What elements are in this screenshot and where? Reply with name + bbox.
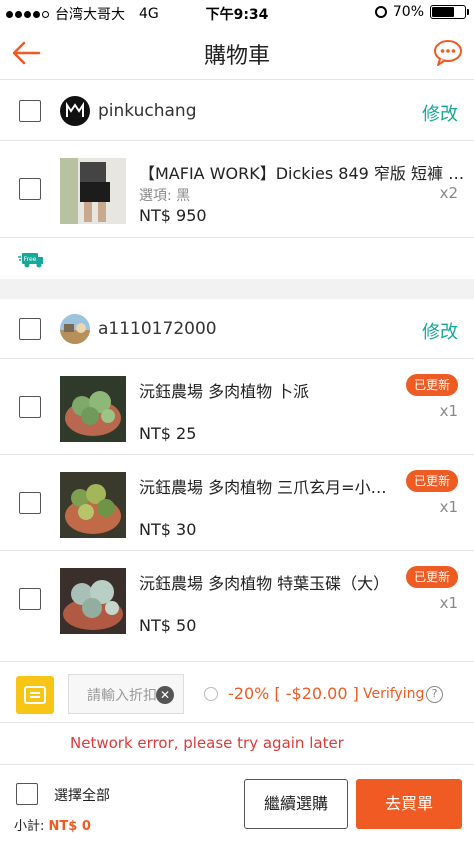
verifying-status: Verifying	[363, 686, 425, 702]
shipping-row: Free	[0, 239, 474, 279]
network-error-message: Network error, please try again later	[70, 734, 344, 752]
product-price: NT$ 30	[139, 520, 197, 539]
product-price: NT$ 950	[139, 206, 207, 225]
cart-item: 沅鈺農場 多肉植物 卜派 NT$ 25 已更新 x1	[0, 360, 474, 455]
product-qty: x1	[439, 594, 458, 612]
checkout-button[interactable]: 去買單	[356, 779, 462, 829]
shop-name[interactable]: pinkuchang	[98, 101, 197, 121]
edit-button[interactable]: 修改	[422, 100, 458, 126]
discount-text: -20% [ -$20.00 ]	[228, 684, 359, 703]
status-bar: 台湾大哥大 4G 下午9:34 70%	[0, 0, 474, 26]
product-name[interactable]: 【MAFIA WORK】Dickies 849 窄版 短褲 …	[139, 160, 464, 184]
subtotal: 小計: NT$ 0	[14, 815, 91, 834]
free-label: Free	[24, 256, 37, 263]
shop-name[interactable]: a1110172000	[98, 319, 217, 339]
item-checkbox[interactable]	[19, 178, 41, 200]
product-thumbnail[interactable]	[60, 376, 126, 442]
voucher-radio[interactable]	[204, 687, 218, 701]
cart-item: 沅鈺農場 多肉植物 三爪玄月=小… NT$ 30 已更新 x1	[0, 456, 474, 551]
product-thumbnail[interactable]	[60, 568, 126, 634]
item-checkbox[interactable]	[19, 396, 41, 418]
chat-bubble-icon[interactable]	[432, 38, 464, 68]
status-right: 70%	[374, 4, 469, 20]
item-checkbox[interactable]	[19, 492, 41, 514]
product-thumbnail[interactable]	[60, 472, 126, 538]
continue-shopping-button[interactable]: 繼續選購	[244, 779, 348, 829]
product-thumbnail[interactable]	[60, 158, 126, 224]
cart-item: 沅鈺農場 多肉植物 特葉玉碟（大） NT$ 50 已更新 x1	[0, 552, 474, 662]
free-shipping-truck-icon: Free	[18, 253, 43, 268]
battery-icon	[430, 5, 469, 19]
help-icon[interactable]: ?	[426, 686, 443, 703]
product-name[interactable]: 沅鈺農場 多肉植物 卜派	[139, 378, 309, 402]
voucher-ticket-icon[interactable]	[16, 676, 54, 714]
shop-avatar[interactable]	[60, 314, 90, 344]
clear-input-icon[interactable]: ✕	[156, 686, 174, 704]
subtotal-amount: NT$ 0	[48, 819, 91, 834]
subtotal-label: 小計:	[14, 819, 45, 834]
product-variant: 選項: 黑	[139, 188, 191, 204]
nav-bar: 購物車	[0, 26, 474, 80]
section-gap	[0, 279, 474, 299]
item-checkbox[interactable]	[19, 588, 41, 610]
updated-badge: 已更新	[405, 374, 458, 396]
product-price: NT$ 50	[139, 616, 197, 635]
product-qty: x1	[439, 498, 458, 516]
edit-button[interactable]: 修改	[422, 318, 458, 344]
select-all-label[interactable]: 選擇全部	[54, 785, 110, 805]
shop-checkbox[interactable]	[19, 318, 41, 340]
updated-badge: 已更新	[405, 566, 458, 588]
checkout-footer: 選擇全部 小計: NT$ 0 繼續選購 去買單	[0, 764, 474, 842]
page-title: 購物車	[203, 44, 270, 69]
cart-item: 【MAFIA WORK】Dickies 849 窄版 短褲 … 選項: 黑 NT…	[0, 142, 474, 238]
alarm-icon	[374, 6, 387, 18]
product-qty: x2	[439, 184, 458, 202]
product-name[interactable]: 沅鈺農場 多肉植物 三爪玄月=小…	[139, 474, 387, 498]
shop-checkbox[interactable]	[19, 100, 41, 122]
battery-percent: 70%	[392, 4, 424, 20]
updated-badge: 已更新	[405, 470, 458, 492]
product-qty: x1	[439, 402, 458, 420]
shop-header-a1110172000: a1110172000 修改	[0, 299, 474, 359]
shop-header-pinkuchang: pinkuchang 修改	[0, 81, 474, 141]
product-price: NT$ 25	[139, 424, 197, 443]
shop-avatar[interactable]	[60, 96, 90, 126]
product-name[interactable]: 沅鈺農場 多肉植物 特葉玉碟（大）	[139, 570, 389, 594]
select-all-checkbox[interactable]	[16, 783, 38, 805]
